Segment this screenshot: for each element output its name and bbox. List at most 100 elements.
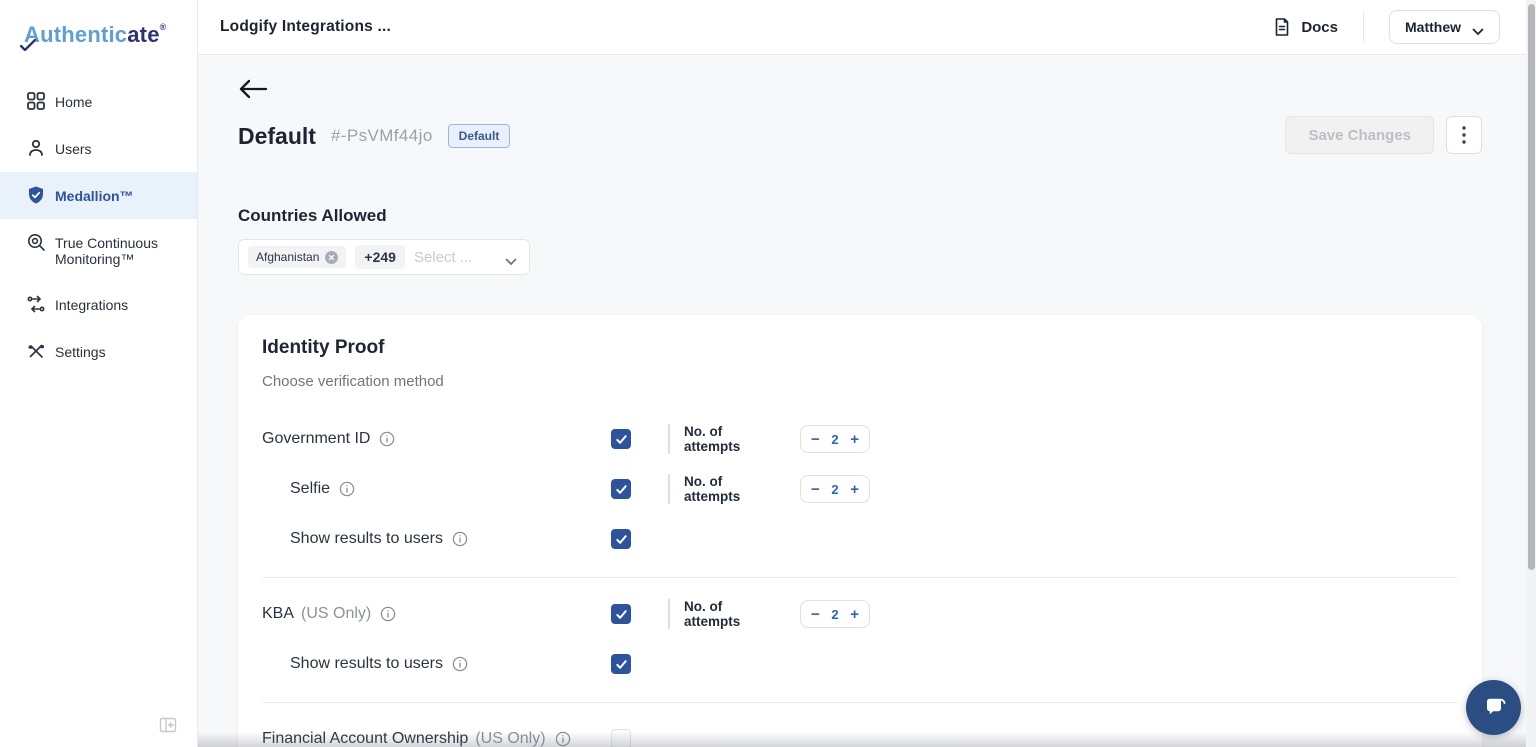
sidebar-item-home[interactable]: Home xyxy=(0,78,197,125)
save-changes-button[interactable]: Save Changes xyxy=(1285,116,1434,154)
selfie-checkbox[interactable] xyxy=(611,479,631,499)
sidebar-item-integrations[interactable]: Integrations xyxy=(0,281,197,328)
government-id-checkbox[interactable] xyxy=(611,429,631,449)
identity-proof-card: Identity Proof Choose verification metho… xyxy=(238,315,1482,747)
page-scrollbar[interactable] xyxy=(1526,0,1536,747)
row-label: Financial Account Ownership xyxy=(262,730,469,747)
row-label-suffix: (US Only) xyxy=(475,730,546,747)
financial-account-ownership-checkbox[interactable] xyxy=(611,729,631,747)
sidebar-item-settings[interactable]: Settings xyxy=(0,328,197,375)
record-id: #-PsVMf44jo xyxy=(330,126,433,145)
topbar-divider xyxy=(1363,12,1364,42)
topbar: Lodgify Integrations ... Docs Matthew xyxy=(198,0,1536,55)
sidebar-item-medallion[interactable]: Medallion™ xyxy=(0,172,197,219)
tools-icon xyxy=(26,341,46,361)
attempts-label: No. of attempts xyxy=(684,599,741,629)
decrement-button[interactable]: − xyxy=(811,607,820,622)
page-header: Default #-PsVMf44jo Default Save Changes xyxy=(238,116,1482,156)
content-area: Default #-PsVMf44jo Default Save Changes… xyxy=(198,55,1536,747)
increment-button[interactable]: + xyxy=(850,432,859,447)
user-icon xyxy=(26,138,46,158)
attempts-stepper: − 2 + xyxy=(800,600,870,628)
page-title: Default xyxy=(238,122,316,149)
decrement-button[interactable]: − xyxy=(811,432,820,447)
row-label: Show results to users xyxy=(290,530,443,547)
sidebar-item-label: Users xyxy=(55,141,92,157)
user-name: Matthew xyxy=(1405,19,1461,35)
row-label-suffix: (US Only) xyxy=(301,605,372,622)
info-icon[interactable] xyxy=(555,731,571,747)
logo-text-dark: ate xyxy=(127,22,160,47)
info-icon[interactable] xyxy=(452,531,468,547)
info-icon[interactable] xyxy=(452,656,468,672)
brand-logo[interactable]: Authenticate® xyxy=(19,22,197,52)
remove-tag-icon[interactable] xyxy=(325,250,339,264)
row-label: Government ID xyxy=(262,430,371,447)
section-divider xyxy=(262,702,1458,703)
sidebar-item-true-continuous-monitoring[interactable]: True Continuous Monitoring™ xyxy=(0,219,197,281)
default-badge: Default xyxy=(447,124,511,148)
more-options-button[interactable] xyxy=(1446,116,1482,154)
row-divider xyxy=(668,474,670,504)
sidebar-item-label: True Continuous Monitoring™ xyxy=(55,235,158,268)
countries-select[interactable]: Afghanistan +249 Select ... xyxy=(238,239,530,275)
sidebar-item-users[interactable]: Users xyxy=(0,125,197,172)
app-window: Authenticate® Home Users Medallion™ True… xyxy=(0,0,1536,747)
country-tag-label: Afghanistan xyxy=(256,250,320,264)
verification-row-kba: KBA (US Only) No. of attempts − 2 + xyxy=(262,599,1458,629)
sidebar-nav: Home Users Medallion™ True Continuous Mo… xyxy=(0,78,197,375)
info-icon[interactable] xyxy=(339,481,355,497)
kba-checkbox[interactable] xyxy=(611,604,631,624)
attempts-stepper: − 2 + xyxy=(800,475,870,503)
info-icon[interactable] xyxy=(379,431,395,447)
chevron-down-icon xyxy=(505,253,517,266)
chat-bubble-icon xyxy=(1486,698,1505,714)
attempts-label: No. of attempts xyxy=(684,424,741,454)
document-icon xyxy=(1272,17,1292,37)
docs-link[interactable]: Docs xyxy=(1272,17,1338,37)
show-results-checkbox[interactable] xyxy=(611,654,631,674)
row-divider xyxy=(668,599,670,629)
country-tag: Afghanistan xyxy=(248,246,347,268)
logo-text-light: Authentic xyxy=(24,22,128,47)
show-results-checkbox[interactable] xyxy=(611,529,631,549)
attempts-value: 2 xyxy=(831,481,839,497)
grid-icon xyxy=(26,91,46,111)
attempts-label: No. of attempts xyxy=(684,474,741,504)
verification-row-government-id: Government ID No. of attempts − 2 + xyxy=(262,424,1458,454)
decrement-button[interactable]: − xyxy=(811,482,820,497)
user-menu-button[interactable]: Matthew xyxy=(1389,10,1500,44)
back-button[interactable] xyxy=(238,78,268,100)
logo-registered-mark: ® xyxy=(159,22,167,32)
increment-button[interactable]: + xyxy=(850,607,859,622)
verification-row-show-results: Show results to users xyxy=(262,650,1458,678)
section-divider xyxy=(262,577,1458,578)
logo-checkmark-icon xyxy=(19,31,37,57)
verification-row-selfie: Selfie No. of attempts − 2 + xyxy=(262,474,1458,504)
row-label: Show results to users xyxy=(290,655,443,672)
row-label: Selfie xyxy=(290,480,331,497)
info-icon[interactable] xyxy=(380,606,396,622)
dial-code-tag: +249 xyxy=(355,245,405,269)
row-divider xyxy=(668,424,670,454)
sidebar-item-label: Home xyxy=(55,94,93,110)
workspace-title: Lodgify Integrations ... xyxy=(220,18,391,35)
attempts-value: 2 xyxy=(831,606,839,622)
sidebar-item-label: Integrations xyxy=(55,297,129,314)
scrollbar-thumb[interactable] xyxy=(1527,4,1535,570)
row-label: KBA xyxy=(262,605,295,622)
increment-button[interactable]: + xyxy=(850,482,859,497)
sidebar-item-label: Settings xyxy=(55,344,106,361)
sidebar-item-label: Medallion™ xyxy=(55,188,134,204)
kebab-menu-icon xyxy=(1462,126,1466,144)
verification-row-financial-account-ownership: Financial Account Ownership (US Only) xyxy=(262,725,1458,747)
chevron-down-icon xyxy=(1472,23,1484,36)
sidebar-collapse-icon[interactable] xyxy=(158,715,178,735)
attempts-value: 2 xyxy=(831,431,839,447)
chat-widget-button[interactable] xyxy=(1466,680,1521,735)
verification-row-show-results: Show results to users xyxy=(262,525,1458,553)
attempts-stepper: − 2 + xyxy=(800,425,870,453)
monitoring-lens-icon xyxy=(26,232,46,252)
countries-allowed-heading: Countries Allowed xyxy=(238,206,387,225)
docs-label: Docs xyxy=(1301,18,1338,36)
